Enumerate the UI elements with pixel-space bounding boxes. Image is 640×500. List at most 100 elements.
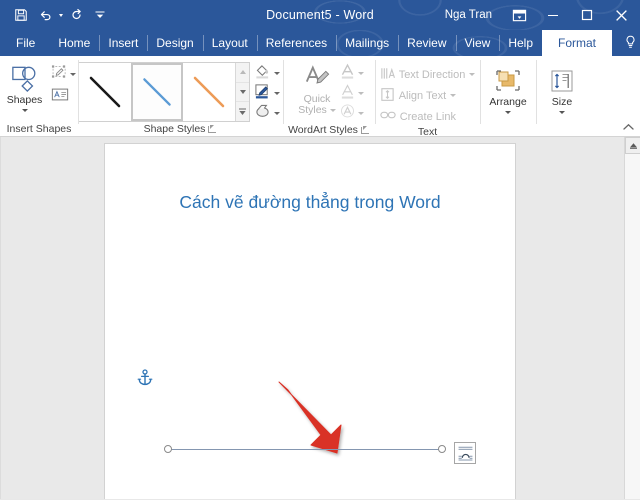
shape-style-black-line[interactable]: [79, 63, 131, 121]
shape-styles-group-label: Shape Styles: [78, 122, 283, 137]
customize-qat-icon[interactable]: [89, 4, 111, 26]
tab-help[interactable]: Help: [499, 30, 542, 56]
quick-styles-dropdown-icon[interactable]: [329, 109, 336, 112]
shape-outline-dropdown-icon[interactable]: [274, 91, 280, 95]
account-name[interactable]: Nga Tran: [439, 9, 502, 21]
document-area: Cách vẽ đường thẳng trong Word: [0, 137, 640, 499]
tab-home[interactable]: Home: [49, 30, 99, 56]
draw-text-box-icon: [51, 87, 69, 107]
tab-review[interactable]: Review: [398, 30, 455, 56]
shape-outline-button[interactable]: [253, 83, 281, 104]
redo-icon[interactable]: [65, 4, 87, 26]
arrange-dropdown-icon[interactable]: [505, 111, 511, 114]
wordart-styles-group-label: WordArt Styles: [283, 123, 375, 137]
tell-me-box[interactable]: Tell me: [624, 30, 640, 56]
line-stroke: [169, 449, 441, 450]
align-text-dropdown-icon[interactable]: [450, 94, 457, 97]
shape-effects-dropdown-icon[interactable]: [274, 111, 280, 115]
vertical-scrollbar[interactable]: [624, 137, 640, 499]
size-button[interactable]: Size: [538, 63, 586, 114]
arrange-button[interactable]: Arrange: [484, 63, 532, 114]
left-rail: [0, 137, 1, 499]
shape-effects-icon: [254, 103, 271, 123]
close-icon[interactable]: [604, 0, 638, 30]
tab-format[interactable]: Format: [542, 30, 613, 56]
shape-style-commands: [250, 61, 283, 122]
shapes-label: Shapes: [6, 94, 43, 106]
text-outline-button[interactable]: [340, 84, 364, 103]
tab-design[interactable]: Design: [147, 30, 202, 56]
gallery-scroll-down-icon[interactable]: [236, 83, 249, 103]
document-page[interactable]: Cách vẽ đường thẳng trong Word: [105, 144, 515, 499]
shapes-dropdown-icon[interactable]: [21, 109, 28, 112]
quick-styles-icon: [303, 63, 331, 94]
scrollbar-track[interactable]: [625, 154, 640, 499]
tab-mailings[interactable]: Mailings: [336, 30, 398, 56]
align-text-icon: [380, 87, 395, 105]
ribbon: Shapes Insert Shapes Shape Styles Quick …: [0, 56, 640, 138]
ribbon-group-arrange: Arrange: [480, 56, 536, 137]
shape-effects-button[interactable]: [253, 104, 281, 122]
undo-dropdown-icon[interactable]: [59, 13, 63, 17]
size-group-label: [536, 122, 588, 137]
scroll-up-icon[interactable]: [625, 137, 640, 154]
maximize-icon[interactable]: [570, 0, 604, 30]
undo-icon[interactable]: [34, 4, 56, 26]
ribbon-display-options-icon[interactable]: [502, 0, 536, 30]
text-fill-button[interactable]: [340, 63, 364, 84]
text-direction-dropdown-icon[interactable]: [469, 73, 476, 76]
shapes-button[interactable]: Shapes: [1, 61, 49, 112]
text-outline-dropdown-icon[interactable]: [358, 92, 364, 95]
shape-styles-dialog-launcher-icon[interactable]: [208, 125, 217, 134]
arrange-group-label: [480, 122, 536, 137]
shape-styles-gallery[interactable]: [78, 62, 250, 122]
tab-insert[interactable]: Insert: [99, 30, 147, 56]
line-handle-start[interactable]: [164, 445, 172, 453]
tab-layout[interactable]: Layout: [202, 30, 257, 56]
save-icon[interactable]: [10, 4, 32, 26]
page-heading: Cách vẽ đường thẳng trong Word: [179, 192, 441, 212]
line-handle-end[interactable]: [438, 445, 446, 453]
text-effects-dropdown-icon[interactable]: [358, 112, 364, 115]
collapse-ribbon-icon[interactable]: [621, 120, 635, 134]
shape-outline-icon: [254, 83, 271, 104]
ribbon-group-wordart-styles: Quick Styles WordArt Styles: [283, 56, 375, 137]
arrange-icon: [494, 65, 522, 97]
shape-style-blue-line[interactable]: [131, 63, 183, 121]
tab-references[interactable]: References: [256, 30, 336, 56]
text-effects-icon: [340, 103, 355, 124]
align-text-button[interactable]: Align Text: [378, 86, 478, 105]
insert-shapes-group-label: Insert Shapes: [6, 123, 72, 135]
tab-view[interactable]: View: [455, 30, 500, 56]
shape-styles-gallery-scrollbar[interactable]: [235, 63, 249, 121]
gallery-more-icon[interactable]: [236, 102, 249, 121]
text-direction-icon: [380, 66, 395, 84]
quick-access-toolbar: [0, 4, 111, 26]
shape-style-orange-line[interactable]: [183, 63, 235, 121]
ribbon-group-shape-styles: Shape Styles: [78, 56, 283, 137]
shape-fill-dropdown-icon[interactable]: [274, 71, 280, 75]
tab-file[interactable]: File: [0, 30, 49, 56]
shape-fill-icon: [254, 63, 271, 84]
text-direction-button[interactable]: Text Direction: [378, 65, 478, 84]
size-icon: [549, 65, 575, 97]
layout-options-button[interactable]: [454, 442, 476, 464]
straight-line-shape[interactable]: [164, 445, 446, 453]
create-link-button[interactable]: Create Link: [378, 107, 478, 126]
text-fill-dropdown-icon[interactable]: [358, 72, 364, 75]
wordart-styles-group-label-text: WordArt Styles: [288, 123, 358, 136]
text-outline-icon: [340, 83, 355, 104]
text-effects-button[interactable]: [340, 104, 364, 123]
quick-styles-button[interactable]: Quick Styles: [294, 62, 340, 116]
minimize-icon[interactable]: [536, 0, 570, 30]
quick-styles-label-line2: Styles: [298, 104, 327, 116]
shape-fill-button[interactable]: [253, 64, 281, 82]
gallery-scroll-up-icon[interactable]: [236, 63, 249, 83]
text-fill-icon: [340, 63, 355, 84]
ribbon-group-insert-shapes: Shapes Insert Shapes: [0, 56, 78, 137]
size-dropdown-icon[interactable]: [559, 111, 565, 114]
ribbon-group-size: Size: [536, 56, 588, 137]
object-anchor-icon: [137, 369, 153, 387]
ribbon-group-text: Text Direction Align Text Create Link Te…: [375, 56, 480, 138]
wordart-styles-dialog-launcher-icon[interactable]: [360, 125, 370, 135]
